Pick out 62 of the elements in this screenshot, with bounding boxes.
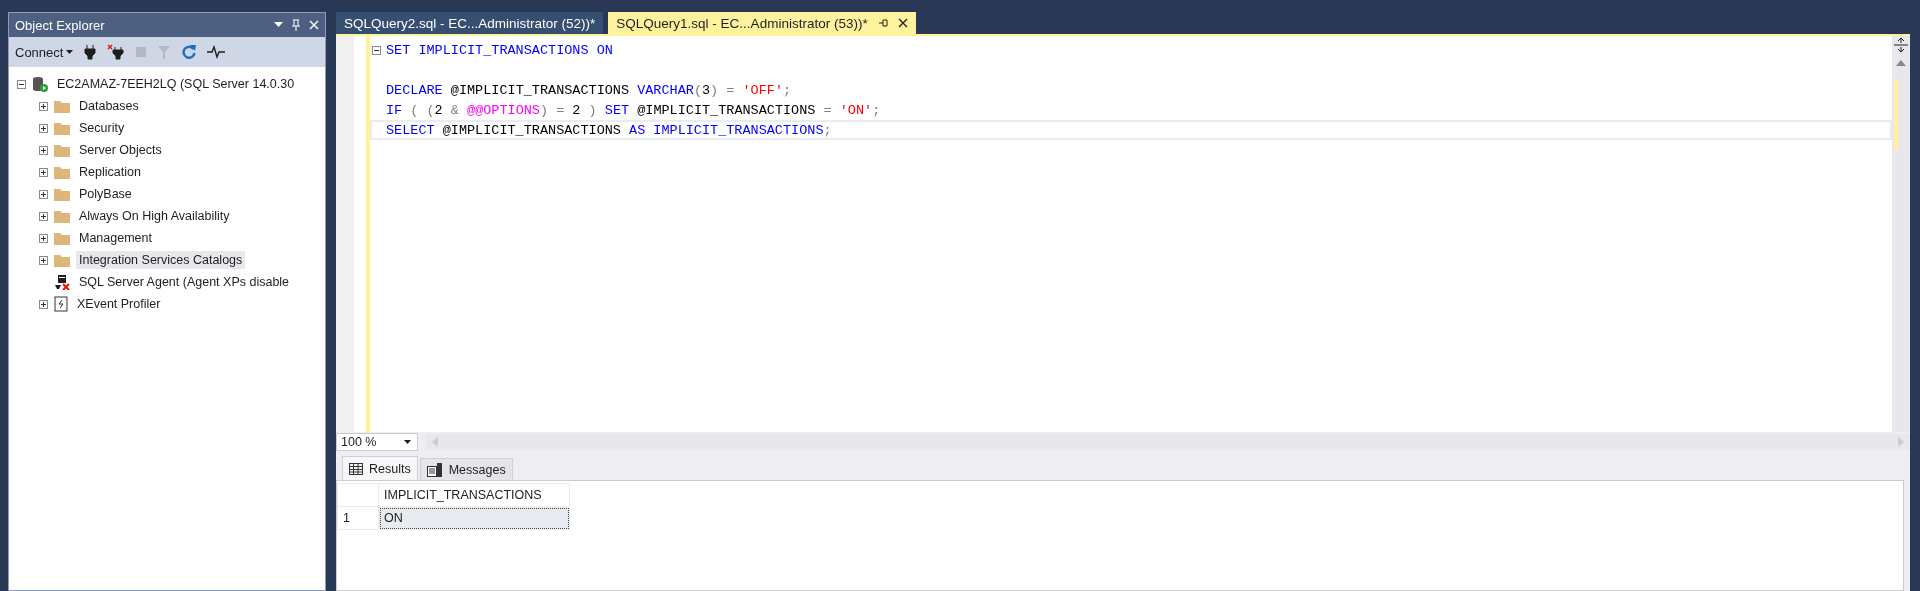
tree-item[interactable]: EC2AMAZ-7EEH2LQ (SQL Server 14.0.30 [54,75,298,93]
tree-item[interactable]: Replication [76,163,144,181]
code-editor[interactable]: SET IMPLICIT_TRANSACTIONS ON DECLARE @IMPLICIT_TRANSACTIONS VARCHAR(3) = 'OFF'; IF ( (2 & @@OPTIONS) = 2 ) SET @IMPLICIT_TRANSACTIONS = 'ON'; SELECT @IMPLICIT_TRANSACTIONS AS IMPLICIT_TRANSACTIONS; [336,34,1910,432]
row-number: 1 [337,506,379,530]
split-icon[interactable] [1894,38,1908,52]
expand-icon[interactable] [39,233,48,243]
folder-icon [54,121,70,135]
expand-icon[interactable] [39,123,48,133]
table-cell[interactable]: ON [378,506,570,530]
folder-icon [54,253,70,267]
expand-icon[interactable] [39,101,48,111]
tree-item[interactable]: Server Objects [76,141,165,159]
expand-icon[interactable] [39,255,48,265]
results-tab[interactable]: Results [342,456,418,480]
results-tab[interactable]: Messages [419,458,513,480]
expand-icon[interactable] [39,145,48,155]
connect-button[interactable]: Connect [15,44,74,60]
folder-icon [54,165,70,179]
zoom-dropdown[interactable]: 100 % [336,433,419,451]
unplug-icon[interactable] [107,44,126,60]
grid-icon [349,462,363,475]
pulse-icon[interactable] [207,45,226,59]
messages-icon [426,462,443,477]
tree-item[interactable]: SQL Server Agent (Agent XPs disable [76,273,293,291]
code-line: SELECT @IMPLICIT_TRANSACTIONS AS IMPLICIT_TRANSACTIONS; [386,122,832,138]
folder-icon [54,231,70,245]
expand-icon[interactable] [39,299,48,309]
tree-item[interactable]: Security [76,119,128,137]
server-icon [32,76,48,92]
tree-item[interactable]: Integration Services Catalogs [76,251,246,269]
expand-icon[interactable] [39,211,48,221]
vertical-scrollbar[interactable] [1892,36,1910,432]
code-line: IF ( (2 & @@OPTIONS) = 2 ) SET @IMPLICIT_TRANSACTIONS = 'ON'; [386,102,881,118]
tree-item[interactable]: Always On High Availability [76,207,233,225]
folder-icon [54,209,70,223]
folder-icon [54,99,70,113]
expand-icon[interactable] [39,189,48,199]
expand-icon[interactable] [39,167,48,177]
collapse-icon[interactable] [372,45,381,55]
close-icon[interactable] [897,18,908,28]
dropdown-icon[interactable] [274,22,283,28]
tree-item[interactable]: Management [76,229,155,247]
pin-icon[interactable] [877,18,888,28]
tree-item[interactable]: PolyBase [76,185,135,203]
panel-title: Object Explorer [15,17,106,33]
caret-icon [404,440,412,444]
caret-icon [66,50,74,54]
plug-icon[interactable] [83,44,98,60]
agent-icon [54,274,70,290]
document-tab[interactable]: SQLQuery1.sql - EC...Administrator (53))* [608,12,916,34]
up-arrow-icon[interactable] [1896,60,1906,66]
folder-icon [54,187,70,201]
code-line: SET IMPLICIT_TRANSACTIONS ON [386,42,613,58]
code-line: DECLARE @IMPLICIT_TRANSACTIONS VARCHAR(3) = 'OFF'; [386,82,792,98]
tree-item[interactable]: XEvent Profiler [74,295,164,313]
profiler-icon [54,296,68,312]
collapse-icon[interactable] [17,79,26,89]
folder-icon [54,143,70,157]
column-header[interactable]: IMPLICIT_TRANSACTIONS [378,483,570,507]
document-tab[interactable]: SQLQuery2.sql - EC...Administrator (52))* [336,12,604,34]
tree-item[interactable]: Databases [76,97,142,115]
refresh-icon[interactable] [181,44,198,60]
